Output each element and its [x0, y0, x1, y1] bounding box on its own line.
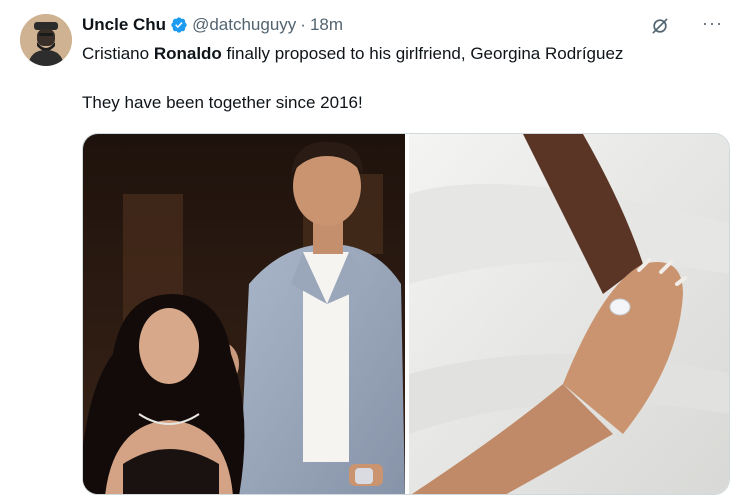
tweet-header: Uncle Chu @datchuguyy · 18m [82, 14, 343, 36]
verified-badge-icon [171, 17, 187, 33]
text-part-1: Cristiano [82, 44, 154, 63]
photo-left[interactable] [83, 134, 405, 495]
text-part-2: finally proposed to his girlfriend, Geor… [221, 44, 624, 63]
author-handle[interactable]: @datchuguyy [192, 15, 296, 35]
tweet-media[interactable] [82, 133, 730, 495]
grok-icon[interactable] [650, 16, 670, 36]
avatar[interactable] [20, 14, 72, 66]
tweet[interactable]: Uncle Chu @datchuguyy · 18m ··· Cristian… [0, 0, 736, 500]
photo-right[interactable] [409, 134, 730, 495]
tweet-time[interactable]: 18m [310, 15, 343, 35]
tweet-text-line-2: They have been together since 2016! [82, 93, 363, 112]
author-name[interactable]: Uncle Chu [82, 15, 166, 35]
more-icon[interactable]: ··· [702, 13, 723, 34]
tweet-text-line-1: Cristiano Ronaldo finally proposed to hi… [82, 44, 623, 64]
separator-dot: · [300, 15, 306, 34]
text-bold-ronaldo: Ronaldo [153, 44, 222, 63]
